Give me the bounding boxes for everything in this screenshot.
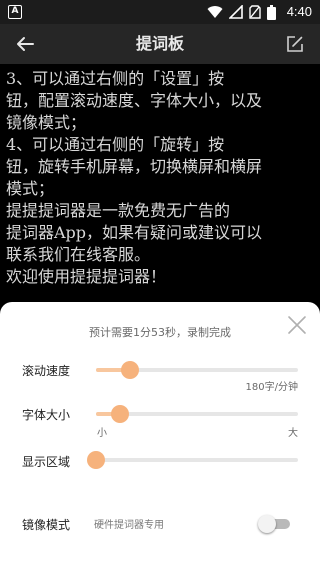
mirror-mode-toggle[interactable] bbox=[258, 514, 292, 534]
status-icons bbox=[207, 4, 276, 20]
slider-thumb[interactable] bbox=[111, 405, 130, 423]
display-area-slider[interactable] bbox=[87, 450, 298, 470]
slider-thumb[interactable] bbox=[121, 361, 140, 379]
prompt-text-area[interactable]: 3、可以通过右侧的「设置」按 钮，配置滚动速度、字体大小，以及 镜像模式； 4、… bbox=[0, 64, 320, 304]
prompt-line: 钮，旋转手机屏幕，切换横屏和横屏 bbox=[6, 157, 263, 176]
prompt-line: 4、可以通过右侧的「旋转」按 bbox=[6, 135, 225, 154]
app-notification-icon: A bbox=[8, 5, 22, 19]
status-bar: A 4:40 bbox=[0, 0, 320, 24]
prompt-line: 联系我们在线客服。 bbox=[6, 245, 151, 264]
page-title: 提词板 bbox=[135, 34, 184, 53]
scroll-speed-label: 滚动速度 bbox=[22, 364, 71, 378]
scroll-speed-slider[interactable] bbox=[96, 360, 298, 380]
no-sim-icon bbox=[249, 5, 261, 19]
wifi-icon bbox=[207, 6, 223, 19]
slider-track bbox=[96, 458, 298, 462]
signal-icon bbox=[229, 5, 243, 19]
prompt-line: 提提提词器是一款免费无广告的 bbox=[6, 201, 231, 220]
slider-thumb[interactable] bbox=[87, 451, 105, 469]
font-size-min-label: 小 bbox=[97, 428, 107, 439]
toggle-knob bbox=[258, 515, 276, 533]
prompt-line: 欢迎使用提提提词器！ bbox=[6, 267, 167, 286]
font-size-label: 字体大小 bbox=[22, 408, 71, 422]
edit-icon[interactable] bbox=[284, 33, 306, 55]
font-size-slider[interactable] bbox=[96, 404, 298, 424]
close-icon[interactable] bbox=[286, 314, 308, 336]
estimate-text: 预计需要1分53秒，录制完成 bbox=[89, 326, 231, 339]
prompt-line: 模式； bbox=[6, 179, 55, 198]
battery-icon bbox=[267, 4, 276, 20]
mirror-mode-subtitle: 硬件提词器专用 bbox=[94, 520, 164, 531]
prompt-line: 提词器App，如果有疑问或建议可以 bbox=[6, 223, 263, 242]
scroll-speed-value: 180字/分钟 bbox=[245, 382, 298, 393]
font-size-max-label: 大 bbox=[288, 428, 298, 439]
settings-sheet: 预计需要1分53秒，录制完成 滚动速度 180字/分钟 字体大小 小 大 显示区… bbox=[0, 302, 320, 569]
top-toolbar: 提词板 bbox=[0, 24, 320, 64]
prompt-line: 镜像模式； bbox=[6, 113, 87, 132]
prompt-line: 钮，配置滚动速度、字体大小，以及 bbox=[6, 91, 263, 110]
status-time: 4:40 bbox=[286, 4, 312, 19]
mirror-mode-label: 镜像模式 bbox=[22, 518, 71, 532]
prompt-line: 3、可以通过右侧的「设置」按 bbox=[6, 69, 225, 88]
display-area-label: 显示区域 bbox=[22, 455, 71, 469]
